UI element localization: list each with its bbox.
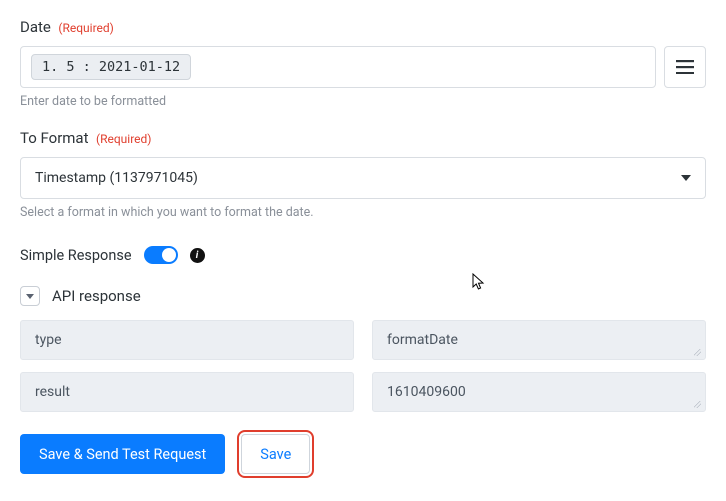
- api-key-cell[interactable]: result: [20, 372, 354, 412]
- api-value-text: formatDate: [387, 332, 458, 348]
- simple-response-row: Simple Response i: [20, 246, 706, 264]
- api-response-grid: type formatDate result 1610409600: [20, 320, 706, 412]
- to-format-select[interactable]: Timestamp (1137971045): [20, 157, 706, 199]
- save-send-test-label: Save & Send Test Request: [39, 446, 206, 463]
- api-key-text: result: [35, 384, 70, 400]
- date-input[interactable]: 1. 5 : 2021-01-12: [20, 46, 656, 88]
- api-response-header: API response: [20, 286, 706, 306]
- api-value-cell[interactable]: formatDate: [372, 320, 706, 360]
- date-required-tag: (Required): [58, 21, 113, 35]
- to-format-required-tag: (Required): [96, 132, 151, 146]
- api-value-cell[interactable]: 1610409600: [372, 372, 706, 412]
- chevron-down-icon: [26, 294, 34, 299]
- button-row: Save & Send Test Request Save: [20, 434, 706, 474]
- info-icon[interactable]: i: [190, 248, 205, 263]
- save-label: Save: [260, 446, 291, 463]
- api-key-text: type: [35, 332, 62, 348]
- api-response-collapse-button[interactable]: [20, 286, 40, 306]
- date-input-row: 1. 5 : 2021-01-12: [20, 46, 706, 88]
- api-response-title: API response: [52, 287, 141, 305]
- date-label: Date: [20, 18, 51, 36]
- hamburger-icon: [676, 60, 694, 74]
- save-send-test-button[interactable]: Save & Send Test Request: [20, 434, 225, 474]
- date-field: Date (Required) 1. 5 : 2021-01-12 Enter …: [20, 18, 706, 109]
- simple-response-label: Simple Response: [20, 247, 132, 264]
- date-token-pill[interactable]: 1. 5 : 2021-01-12: [31, 54, 191, 80]
- caret-down-icon: [681, 175, 691, 181]
- simple-response-toggle[interactable]: [144, 246, 178, 264]
- to-format-field: To Format (Required) Timestamp (11379710…: [20, 129, 706, 220]
- to-format-helper-text: Select a format in which you want to for…: [20, 205, 706, 220]
- date-input-menu-button[interactable]: [664, 46, 706, 88]
- date-helper-text: Enter date to be formatted: [20, 94, 706, 109]
- toggle-knob: [162, 248, 176, 262]
- api-key-cell[interactable]: type: [20, 320, 354, 360]
- to-format-selected-value: Timestamp (1137971045): [35, 170, 198, 186]
- to-format-label: To Format: [20, 129, 89, 147]
- save-button[interactable]: Save: [241, 434, 310, 474]
- api-value-text: 1610409600: [387, 384, 466, 400]
